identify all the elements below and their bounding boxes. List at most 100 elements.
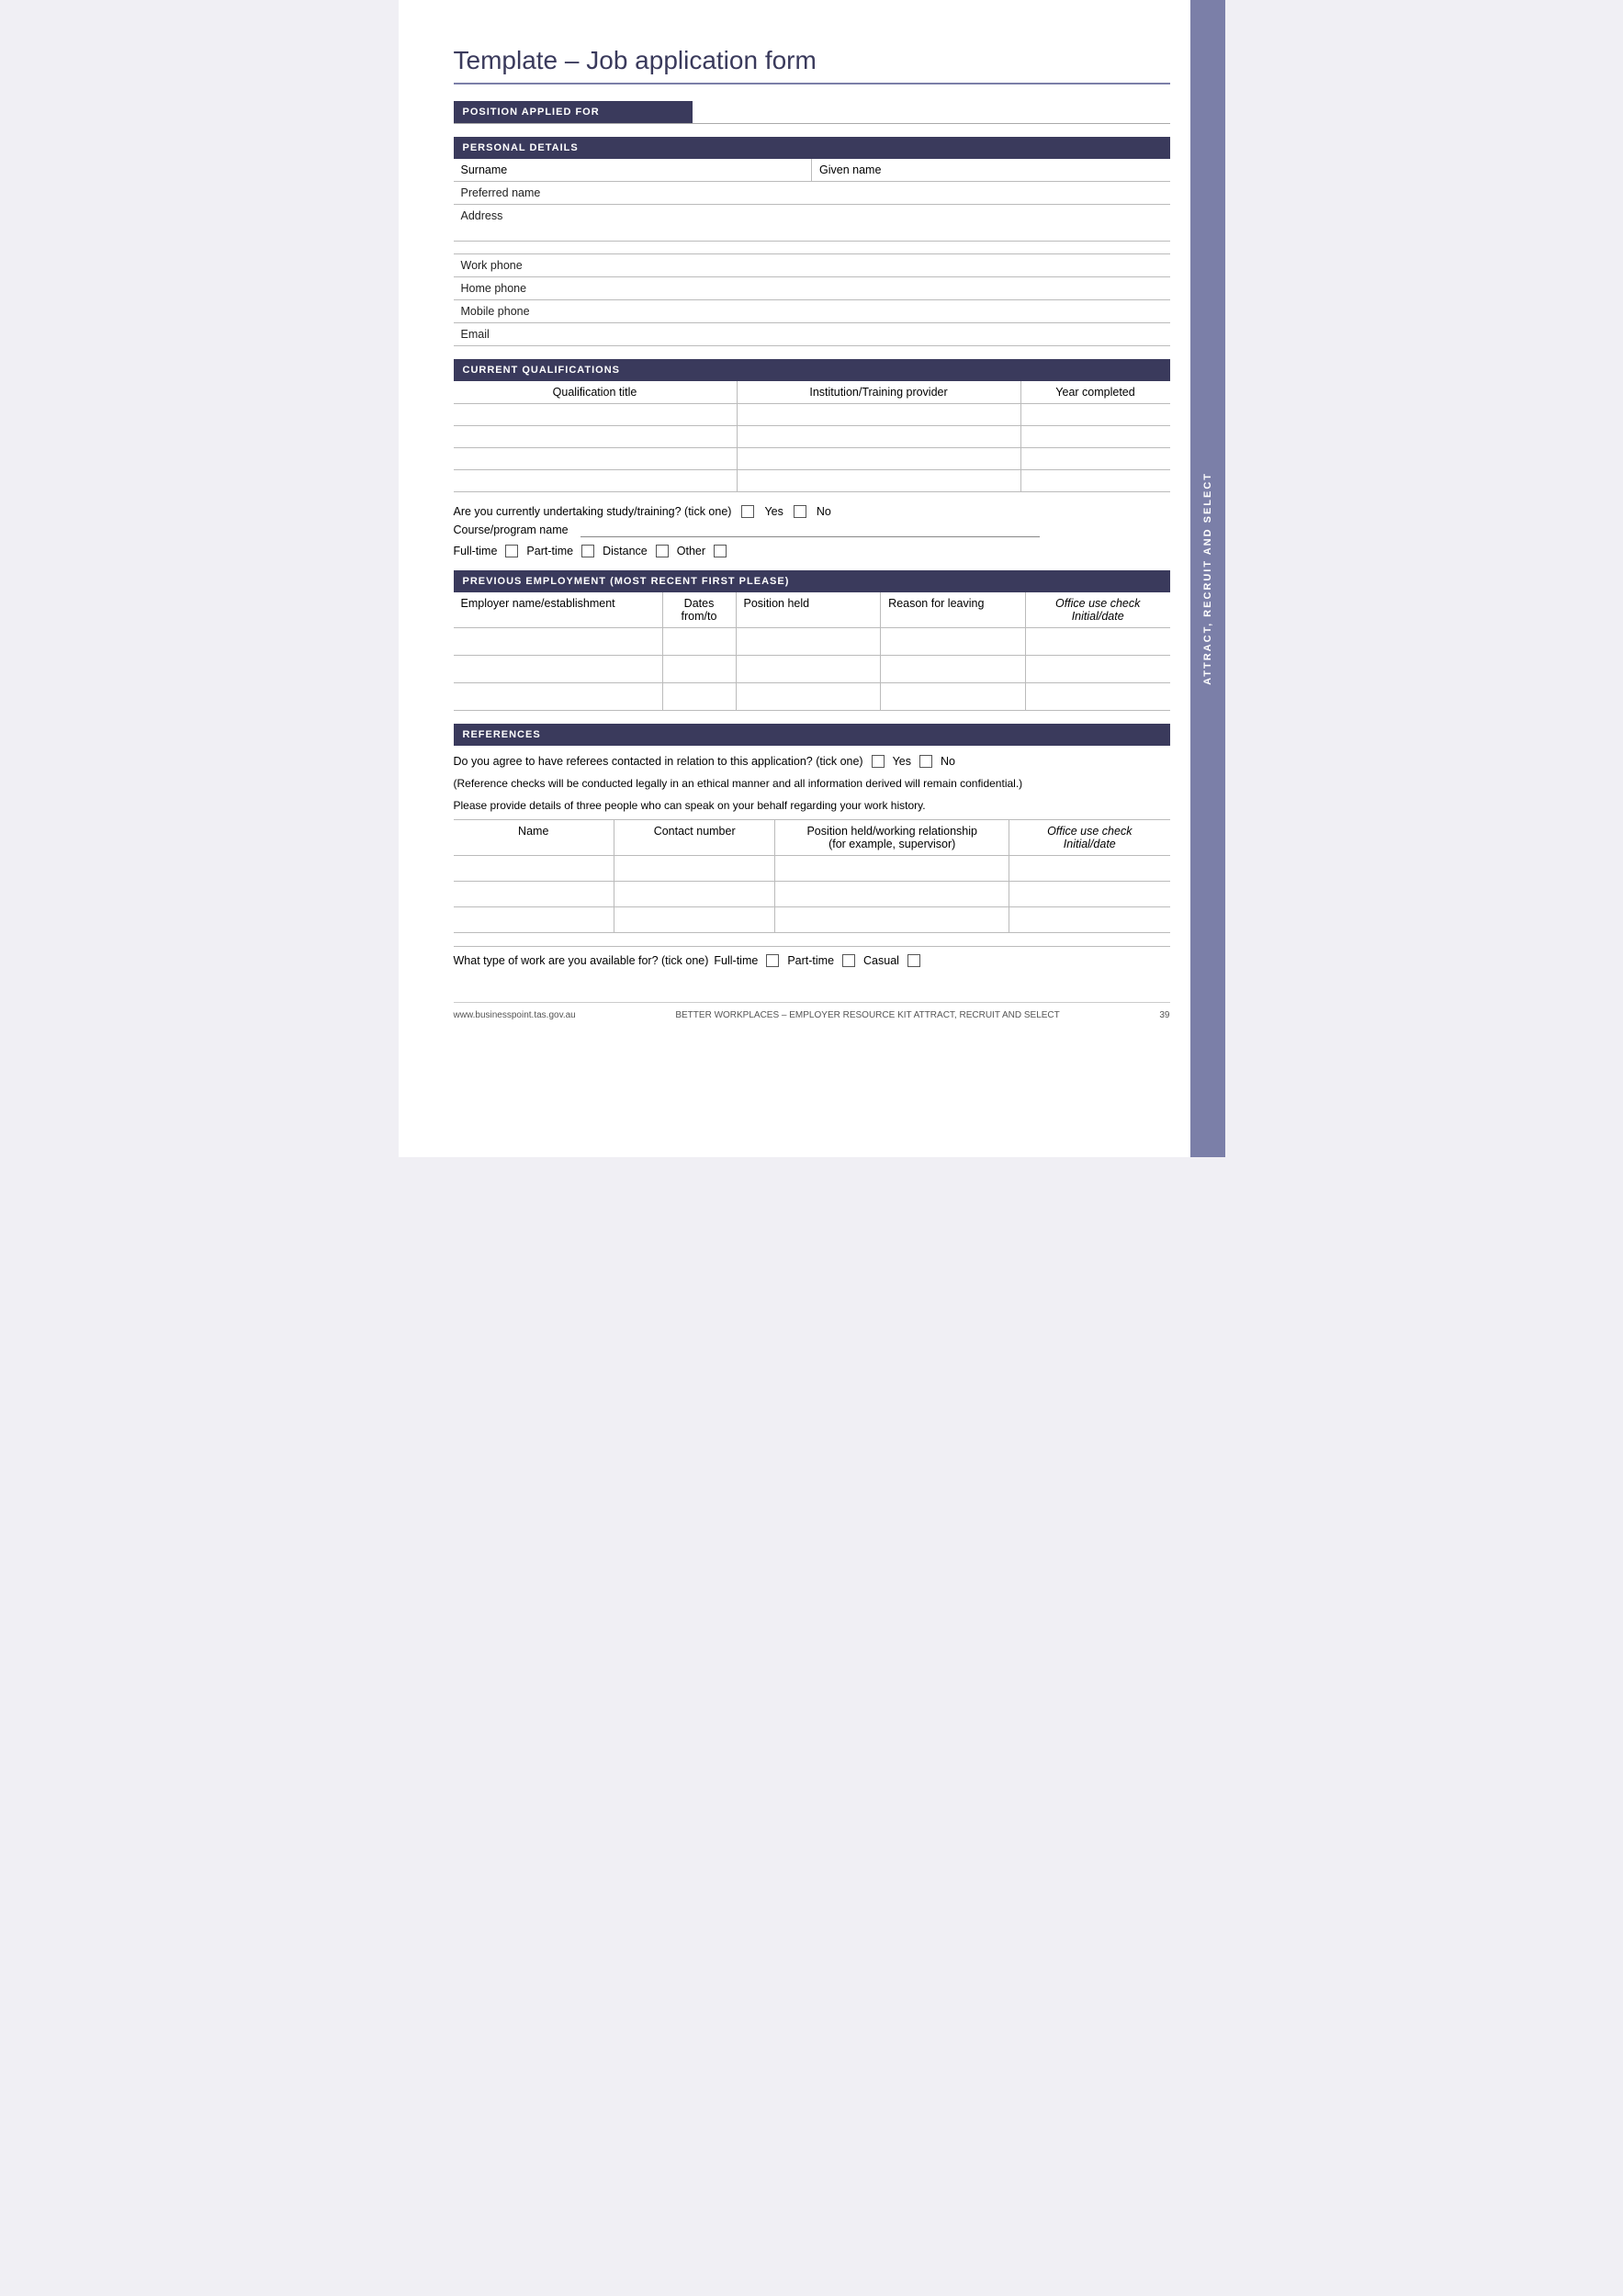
ref-row2-contact[interactable]: [614, 882, 775, 906]
qual-row2-col1[interactable]: [454, 426, 738, 447]
ref-col3-line2: (for example, supervisor): [783, 838, 1001, 850]
ref-col4-header: Office use check Initial/date: [1009, 820, 1169, 855]
work-availability: What type of work are you available for?…: [454, 946, 1170, 974]
page-title: Template – Job application form: [454, 46, 1170, 84]
preferred-name-row: Preferred name: [454, 182, 1170, 205]
emp-col5-header: Office use check Initial/date: [1026, 592, 1170, 627]
ref-col3-header: Position held/working relationship (for …: [775, 820, 1009, 855]
emp-row3-reason[interactable]: [881, 683, 1026, 710]
emp-row3-dates[interactable]: [663, 683, 737, 710]
other-checkbox[interactable]: [714, 545, 727, 557]
spacer: [454, 242, 1170, 254]
qual-row3-col3[interactable]: [1021, 448, 1170, 469]
fulltime-checkbox[interactable]: [505, 545, 518, 557]
work-avail-fulltime-label: Full-time: [714, 954, 758, 967]
surname-field: Surname: [454, 159, 813, 181]
course-line: Course/program name: [454, 523, 1170, 537]
mobile-phone-row: Mobile phone: [454, 300, 1170, 323]
qual-row1-col1[interactable]: [454, 404, 738, 425]
ref-row3-name[interactable]: [454, 907, 614, 932]
surname-label: Surname: [454, 159, 546, 181]
ref-row3-pos[interactable]: [775, 907, 1009, 932]
study-question-text: Are you currently undertaking study/trai…: [454, 505, 732, 518]
qual-row2-col2[interactable]: [738, 426, 1021, 447]
distance-checkbox[interactable]: [656, 545, 669, 557]
qual-row4-col3[interactable]: [1021, 470, 1170, 491]
yes-checkbox[interactable]: [741, 505, 754, 518]
ref-no-label: No: [941, 755, 955, 768]
emp-row3-employer[interactable]: [454, 683, 663, 710]
emp-row1-position[interactable]: [737, 628, 882, 655]
ref-col1-header: Name: [454, 820, 614, 855]
employment-section: PREVIOUS EMPLOYMENT (MOST RECENT FIRST P…: [454, 570, 1170, 711]
emp-col1-header: Employer name/establishment: [454, 592, 663, 627]
ref-row1-office[interactable]: [1009, 856, 1169, 881]
emp-row2-dates[interactable]: [663, 656, 737, 682]
emp-row1-dates[interactable]: [663, 628, 737, 655]
mobile-phone-value[interactable]: [601, 300, 1170, 322]
footer: www.businesspoint.tas.gov.au BETTER WORK…: [454, 1002, 1170, 1020]
ref-row1-pos[interactable]: [775, 856, 1009, 881]
ref-row3-contact[interactable]: [614, 907, 775, 932]
qual-row-3: [454, 448, 1170, 470]
ref-row-2: [454, 882, 1170, 907]
qual-row-4: [454, 470, 1170, 492]
qual-row4-col1[interactable]: [454, 470, 738, 491]
qual-row3-col2[interactable]: [738, 448, 1021, 469]
emp-row1-office[interactable]: [1026, 628, 1170, 655]
work-avail-casual-label: Casual: [863, 954, 899, 967]
employment-header: PREVIOUS EMPLOYMENT (MOST RECENT FIRST P…: [454, 570, 1170, 592]
distance-label: Distance: [603, 545, 648, 557]
emp-row3-office[interactable]: [1026, 683, 1170, 710]
side-tab: ATTRACT, RECRUIT AND SELECT: [1190, 0, 1225, 1157]
work-phone-value[interactable]: [601, 254, 1170, 276]
ref-row1-contact[interactable]: [614, 856, 775, 881]
email-label: Email: [454, 323, 601, 345]
emp-row2-employer[interactable]: [454, 656, 663, 682]
qual-row1-col3[interactable]: [1021, 404, 1170, 425]
name-row: Surname Given name: [454, 159, 1170, 182]
ref-row3-office[interactable]: [1009, 907, 1169, 932]
qual-row2-col3[interactable]: [1021, 426, 1170, 447]
preferred-name-value[interactable]: [601, 182, 1170, 204]
qualifications-section: CURRENT QUALIFICATIONS Qualification tit…: [454, 359, 1170, 557]
address-label: Address: [454, 205, 601, 241]
parttime-checkbox[interactable]: [581, 545, 594, 557]
preferred-name-label: Preferred name: [454, 182, 601, 204]
home-phone-value[interactable]: [601, 277, 1170, 299]
ref-no-checkbox[interactable]: [919, 755, 932, 768]
qual-row4-col2[interactable]: [738, 470, 1021, 491]
work-avail-parttime-checkbox[interactable]: [842, 954, 855, 967]
address-value[interactable]: [601, 205, 1170, 241]
emp-row1-employer[interactable]: [454, 628, 663, 655]
qual-row-1: [454, 404, 1170, 426]
position-value[interactable]: [693, 101, 1170, 123]
work-avail-fulltime-checkbox[interactable]: [766, 954, 779, 967]
work-avail-casual-checkbox[interactable]: [907, 954, 920, 967]
emp-row2-position[interactable]: [737, 656, 882, 682]
qual-col3-header: Year completed: [1021, 381, 1170, 403]
ref-row2-name[interactable]: [454, 882, 614, 906]
no-label: No: [817, 505, 831, 518]
emp-header-row: Employer name/establishment Dates from/t…: [454, 592, 1170, 628]
other-label: Other: [677, 545, 705, 557]
position-row: POSITION APPLIED FOR: [454, 101, 1170, 124]
ref-row2-office[interactable]: [1009, 882, 1169, 906]
emp-row2-reason[interactable]: [881, 656, 1026, 682]
fulltime-label: Full-time: [454, 545, 498, 557]
references-header: REFERENCES: [454, 724, 1170, 746]
position-label: POSITION APPLIED FOR: [454, 101, 693, 123]
qual-col2-header: Institution/Training provider: [738, 381, 1021, 403]
qual-row3-col1[interactable]: [454, 448, 738, 469]
emp-row1-reason[interactable]: [881, 628, 1026, 655]
ref-row1-name[interactable]: [454, 856, 614, 881]
ref-note2: Please provide details of three people w…: [454, 797, 1170, 814]
email-value[interactable]: [601, 323, 1170, 345]
emp-row3-position[interactable]: [737, 683, 882, 710]
ref-yes-checkbox[interactable]: [872, 755, 885, 768]
no-checkbox[interactable]: [794, 505, 806, 518]
emp-row-2: [454, 656, 1170, 683]
ref-row2-pos[interactable]: [775, 882, 1009, 906]
qual-row1-col2[interactable]: [738, 404, 1021, 425]
emp-row2-office[interactable]: [1026, 656, 1170, 682]
